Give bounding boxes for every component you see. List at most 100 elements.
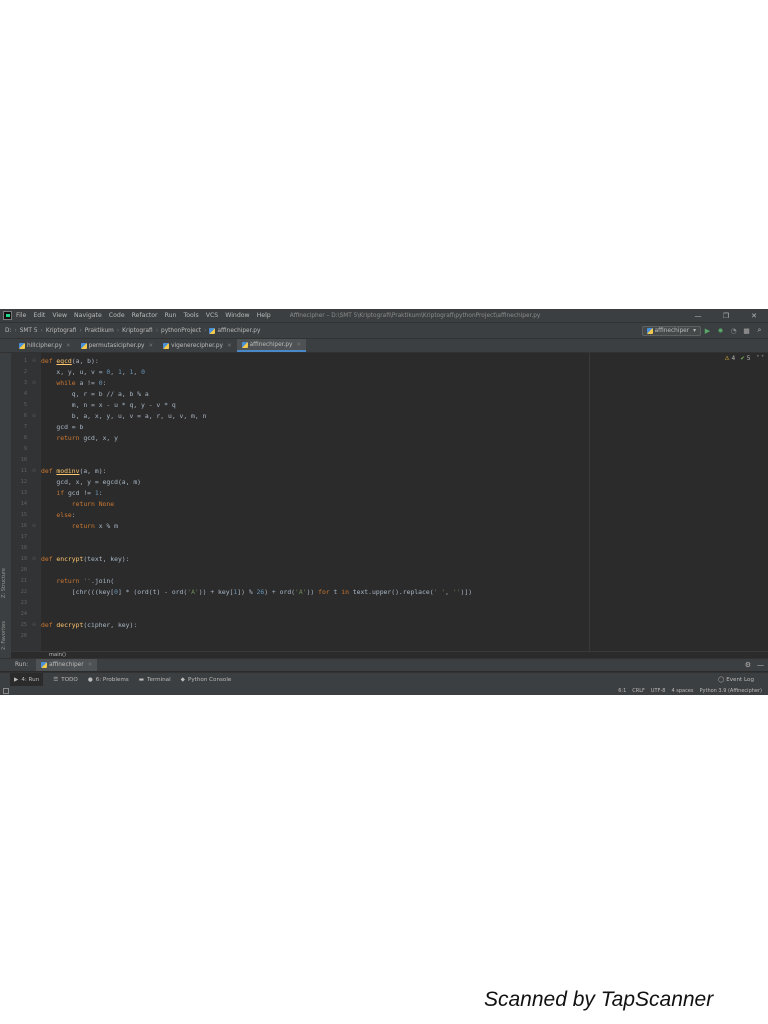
code-line[interactable]: 5 m, n = x - u * q, y - v * q <box>11 400 751 411</box>
menu-window[interactable]: Window <box>225 312 249 319</box>
terminal-tool-button[interactable]: ▬ Terminal <box>139 677 171 683</box>
crumb-kriptografi[interactable]: Kriptografi <box>46 328 77 334</box>
crumb-drive[interactable]: D: <box>5 328 11 334</box>
code-line[interactable]: 6 ⊖ b, a, x, y, u, v = a, r, u, v, m, n <box>11 411 751 422</box>
line-separator[interactable]: CRLF <box>632 688 645 694</box>
window-controls: — ❐ ✕ <box>684 312 768 320</box>
menu-run[interactable]: Run <box>165 312 177 319</box>
crumb-smt5[interactable]: SMT 5 <box>20 328 38 334</box>
tab-affinechiper[interactable]: affinechiper.py ✕ <box>236 339 307 352</box>
code-line[interactable]: 17 <box>11 532 751 543</box>
fold-marker-icon[interactable]: ⊖ <box>27 521 41 532</box>
line-number: 20 <box>20 567 27 573</box>
run-tool-button[interactable]: ▶ 4: Run <box>10 673 44 686</box>
code-line[interactable]: 19 ⊖ def encrypt(text, key): <box>11 554 751 565</box>
crumb-praktikum[interactable]: Praktikum <box>85 328 114 334</box>
fold-marker-icon[interactable]: ⊖ <box>27 466 41 477</box>
close-icon[interactable]: ✕ <box>148 343 153 349</box>
chevron-down-icon[interactable]: ˅ <box>761 356 764 362</box>
code-editor[interactable]: 1 ⊖ def egcd(a, b): 2 x, y, u, v = 0, 1, 1,… <box>11 353 768 659</box>
close-button[interactable]: ✕ <box>740 312 768 320</box>
code-line[interactable]: 11 ⊖ def modinv(a, m): <box>11 466 751 477</box>
menu-navigate[interactable]: Navigate <box>74 312 102 319</box>
inspection-widget[interactable]: ⚠ 4 ✔ 5 ˄ ˅ <box>725 356 765 362</box>
search-icon[interactable]: ⌕ <box>753 326 766 335</box>
crumb-kriptografi-2[interactable]: Kriptografi <box>122 328 153 334</box>
tool-window-toggle-icon[interactable] <box>3 687 9 694</box>
code-line[interactable]: 12 gcd, x, y = egcd(a, m) <box>11 477 751 488</box>
crumb-separator: › <box>79 327 82 334</box>
gear-icon[interactable]: ⚙ <box>745 661 751 669</box>
code-line[interactable]: 1 ⊖ def egcd(a, b): <box>11 356 751 367</box>
fold-marker-icon[interactable]: ⊖ <box>27 554 41 565</box>
menu-edit[interactable]: Edit <box>33 312 45 319</box>
menu-refactor[interactable]: Refactor <box>132 312 158 319</box>
fold-marker-icon[interactable]: ⊖ <box>27 620 41 631</box>
fold-marker-icon <box>27 400 41 411</box>
minimize-button[interactable]: — <box>684 312 712 320</box>
tab-vigenerecipher[interactable]: vigenerecipher.py ✕ <box>158 339 236 352</box>
menu-tools[interactable]: Tools <box>183 312 198 319</box>
python-console-tool-button[interactable]: ◆ Python Console <box>181 677 232 683</box>
file-encoding[interactable]: UTF-8 <box>651 688 666 694</box>
tab-permutasicipher[interactable]: permutasicipher.py ✕ <box>76 339 158 352</box>
fold-marker-icon[interactable]: ⊖ <box>27 378 41 389</box>
event-log-button[interactable]: ◯ Event Log <box>718 677 754 683</box>
crumb-file[interactable]: affinechiper.py <box>217 328 260 334</box>
code-token: if <box>41 489 68 497</box>
todo-tool-button[interactable]: ☰ TODO <box>53 677 78 683</box>
menu-file[interactable]: File <box>16 312 26 319</box>
debug-icon[interactable]: ✹ <box>714 327 727 335</box>
coverage-icon[interactable]: ◔ <box>727 327 740 335</box>
run-icon[interactable]: ▶ <box>701 327 714 335</box>
restore-button[interactable]: ❐ <box>712 312 740 320</box>
tab-hillcipher[interactable]: hillcipher.py ✕ <box>14 339 76 352</box>
code-token: decrypt <box>56 621 84 629</box>
code-line[interactable]: 25 ⊖ def decrypt(cipher, key): <box>11 620 751 631</box>
code-line[interactable]: 21 return ''.join( <box>11 576 751 587</box>
code-line[interactable]: 3 ⊖ while a != 0: <box>11 378 751 389</box>
crumb-pythonproject[interactable]: pythonProject <box>161 328 201 334</box>
code-line[interactable]: 8 return gcd, x, y <box>11 433 751 444</box>
fold-marker-icon[interactable]: ⊖ <box>27 356 41 367</box>
stop-icon[interactable]: ■ <box>740 327 753 335</box>
menu-vcs[interactable]: VCS <box>206 312 218 319</box>
menu-help[interactable]: Help <box>257 312 271 319</box>
run-configuration-select[interactable]: affinechiper ▾ <box>641 325 701 336</box>
fold-marker-icon[interactable]: ⊖ <box>27 411 41 422</box>
code-line[interactable]: 26 <box>11 631 751 642</box>
close-icon[interactable]: ✕ <box>296 342 301 348</box>
code-line[interactable]: 23 <box>11 598 751 609</box>
code-line[interactable]: 15 else: <box>11 510 751 521</box>
caret-position[interactable]: 6:1 <box>618 688 626 694</box>
favorites-tool-button[interactable]: 2: Favorites <box>1 621 7 650</box>
code-line[interactable]: 18 <box>11 543 751 554</box>
close-icon[interactable]: ✕ <box>66 343 71 349</box>
python-interpreter[interactable]: Python 3.9 (Affinecipher) <box>700 688 762 694</box>
chevron-up-icon[interactable]: ˄ <box>756 356 759 362</box>
problems-tool-button[interactable]: ● 6: Problems <box>88 677 129 683</box>
code-line[interactable]: 14 return None <box>11 499 751 510</box>
menu-view[interactable]: View <box>52 312 67 319</box>
line-number: 8 <box>23 435 27 441</box>
code-line[interactable]: 10 <box>11 455 751 466</box>
close-icon[interactable]: ✕ <box>227 343 232 349</box>
code-line[interactable]: 13 if gcd != 1: <box>11 488 751 499</box>
structure-tool-button[interactable]: Z: Structure <box>1 568 7 598</box>
code-line[interactable]: 2 x, y, u, v = 0, 1, 1, 0 <box>11 367 751 378</box>
code-line[interactable]: 4 q, r = b // a, b % a <box>11 389 751 400</box>
close-icon[interactable]: ✕ <box>88 662 93 668</box>
python-file-icon <box>163 342 170 349</box>
code-line[interactable]: 20 <box>11 565 751 576</box>
line-number: 6 <box>23 413 27 419</box>
code-line[interactable]: 24 <box>11 609 751 620</box>
code-line[interactable]: 9 <box>11 444 751 455</box>
hide-panel-icon[interactable]: — <box>757 661 764 669</box>
code-line[interactable]: 22 [chr(((key[0] * (ord(t) - ord('A')) +… <box>11 587 751 598</box>
code-line[interactable]: 16 ⊖ return x % m <box>11 521 751 532</box>
run-tab-affinechiper[interactable]: affinechiper ✕ <box>36 659 98 671</box>
indent-setting[interactable]: 4 spaces <box>671 688 693 694</box>
line-number: 11 <box>20 468 27 474</box>
menu-code[interactable]: Code <box>109 312 125 319</box>
code-line[interactable]: 7 gcd = b <box>11 422 751 433</box>
